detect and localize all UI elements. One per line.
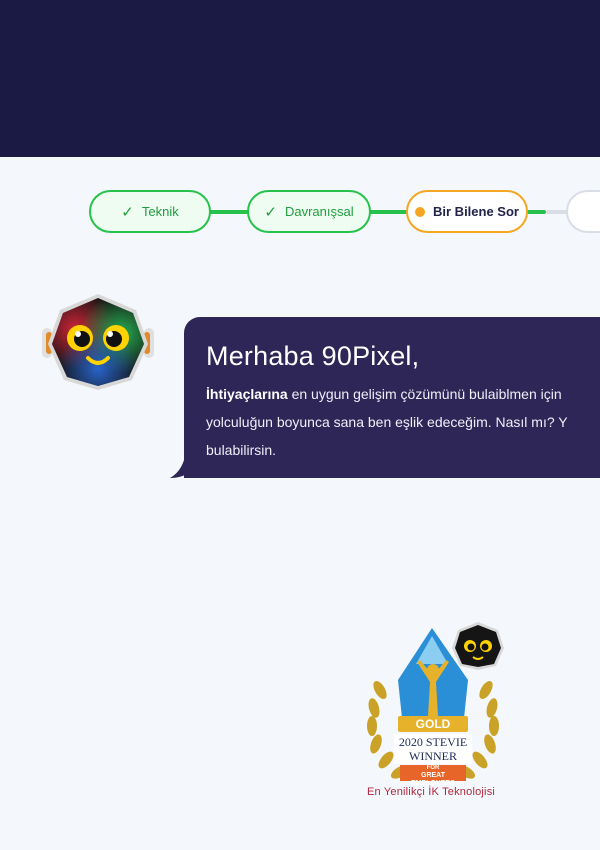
check-icon: ✓	[264, 203, 277, 221]
award-for: FOR	[426, 765, 440, 771]
message-line-2: yolculuğun boyunca sana ben eşlik edeceğ…	[206, 414, 568, 430]
step-davranissal[interactable]: ✓ Davranışsal	[247, 190, 371, 233]
stepper-connector-1	[208, 210, 250, 214]
step-next[interactable]	[566, 190, 600, 233]
award-winner: WINNER	[409, 749, 457, 763]
stepper-connector-2	[368, 210, 410, 214]
stevie-award-icon: GOLD 2020 STEVIE WINNER FOR GREAT EMPLOY…	[360, 620, 506, 802]
robot-avatar-icon	[40, 292, 156, 392]
step-label: Davranışsal	[284, 204, 354, 219]
message-bold: İhtiyaçlarına	[206, 386, 288, 402]
stepper-connector-3	[526, 210, 546, 214]
step-label: Bir Bilene Sor	[433, 204, 519, 219]
step-teknik[interactable]: ✓ Teknik	[89, 190, 211, 233]
progress-stepper: ✓ Teknik ✓ Davranışsal Bir Bilene Sor	[0, 190, 600, 234]
message-line-1: en uygun gelişim çözümünü bulaiblmen içi…	[287, 386, 562, 402]
chat-message: İhtiyaçlarına en uygun gelişim çözümünü …	[206, 380, 600, 464]
step-bir-bilene-sor[interactable]: Bir Bilene Sor	[406, 190, 528, 233]
award-year: 2020 STEVIE	[398, 735, 468, 749]
stepper-connector-4	[546, 210, 568, 214]
header-band	[0, 0, 600, 157]
assistant-chat-bubble: Merhaba 90Pixel, İhtiyaçlarına en uygun …	[184, 317, 600, 478]
message-line-3: bulabilirsin.	[206, 442, 277, 458]
step-label: Teknik	[141, 204, 179, 219]
award-gold: GOLD	[415, 717, 451, 731]
dot-icon	[415, 206, 426, 217]
award-caption: En Yenilikçi İK Teknolojisi	[366, 786, 496, 798]
greeting-title: Merhaba 90Pixel,	[206, 341, 420, 371]
check-icon: ✓	[121, 203, 134, 221]
